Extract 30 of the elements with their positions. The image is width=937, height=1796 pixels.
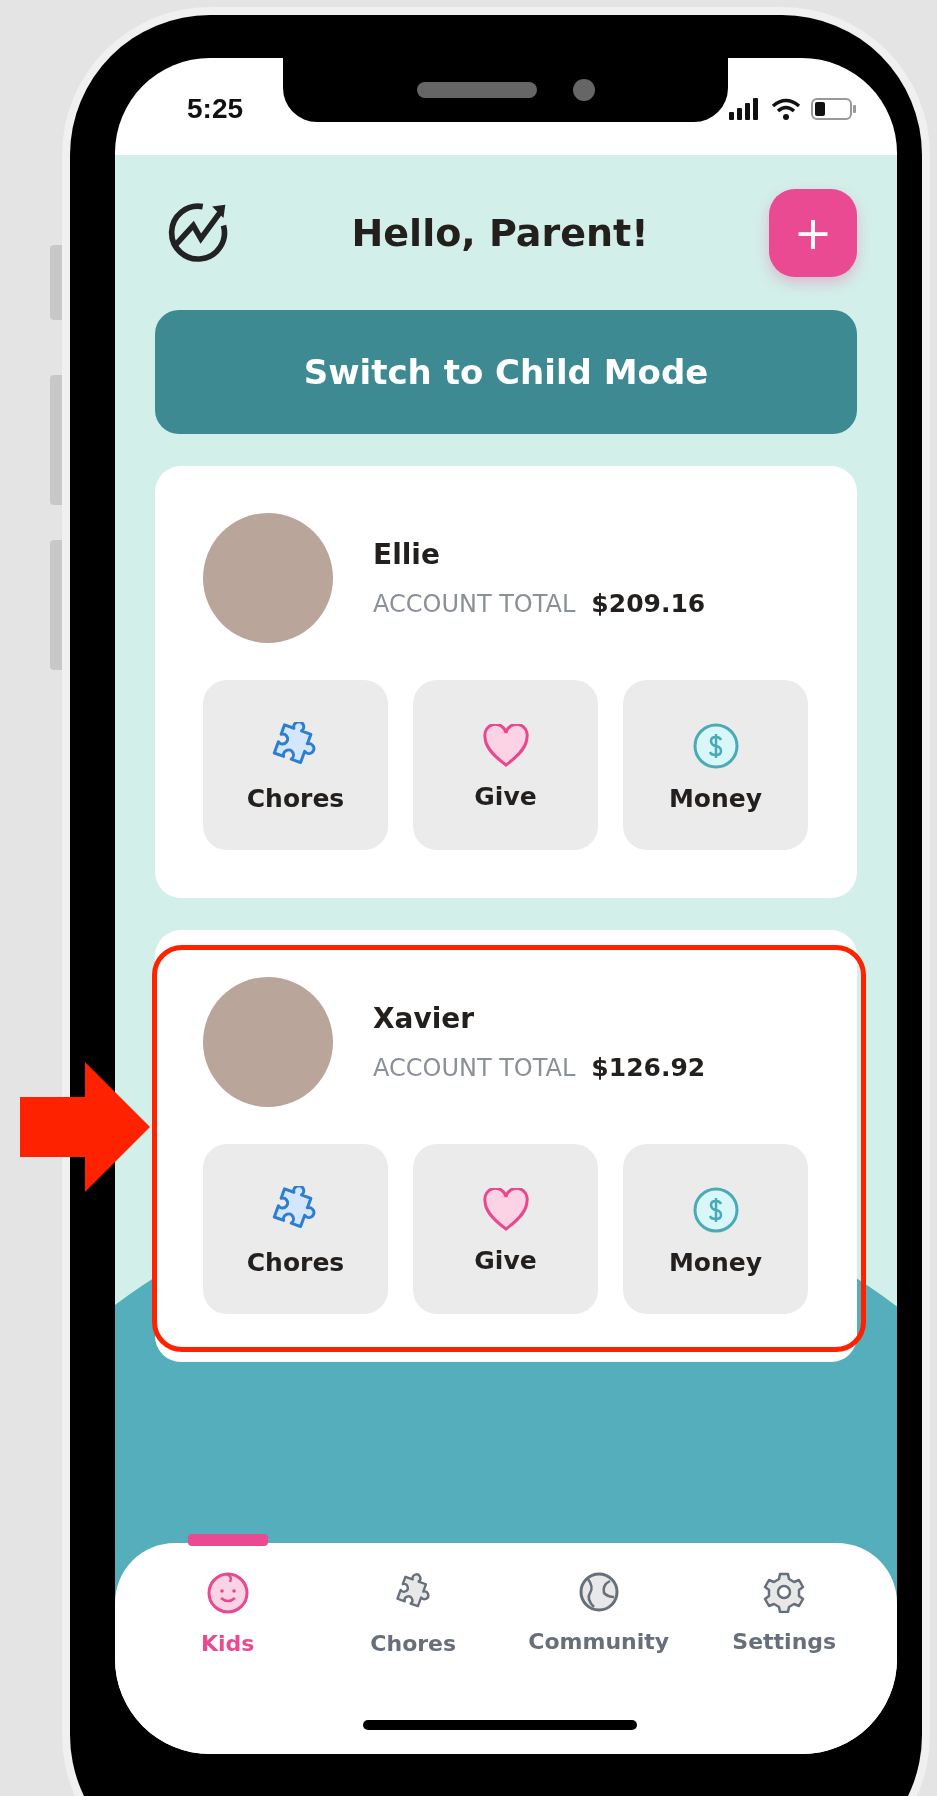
settings-icon bbox=[763, 1571, 806, 1613]
kids-tab[interactable]: Kids bbox=[135, 1534, 321, 1683]
heart-icon bbox=[481, 724, 530, 768]
account-total: $126.92 bbox=[591, 1053, 706, 1082]
dollar-coin-icon bbox=[691, 722, 740, 770]
switch-mode-button[interactable]: Switch to Child Mode bbox=[155, 310, 857, 434]
give-button[interactable]: Give bbox=[413, 1144, 598, 1314]
account-label: ACCOUNT TOTAL bbox=[373, 1054, 576, 1082]
greeting-title: Hello, Parent! bbox=[351, 211, 649, 255]
status-time: 5:25 bbox=[187, 92, 244, 125]
chores-tab[interactable]: Chores bbox=[320, 1534, 506, 1683]
money-button[interactable]: Money bbox=[623, 680, 808, 850]
battery-icon bbox=[811, 96, 857, 121]
signal-icon bbox=[729, 97, 761, 120]
settings-tab[interactable]: Settings bbox=[691, 1534, 877, 1683]
kid-name: Ellie bbox=[373, 538, 441, 571]
give-button[interactable]: Give bbox=[413, 680, 598, 850]
heart-icon bbox=[481, 1188, 530, 1232]
add-button[interactable]: + bbox=[769, 189, 857, 277]
wifi-icon bbox=[771, 97, 801, 120]
community-tab[interactable]: Community bbox=[506, 1534, 692, 1683]
chores-button[interactable]: Chores bbox=[203, 680, 388, 850]
money-button[interactable]: Money bbox=[623, 1144, 808, 1314]
smiley-face-icon bbox=[205, 1571, 250, 1615]
globe-icon bbox=[577, 1571, 620, 1613]
account-label: ACCOUNT TOTAL bbox=[373, 590, 576, 618]
chores-button[interactable]: Chores bbox=[203, 1144, 388, 1314]
dollar-coin-icon bbox=[691, 1186, 740, 1234]
kid-name: Xavier bbox=[373, 1002, 476, 1035]
account-total: $209.16 bbox=[591, 589, 706, 618]
